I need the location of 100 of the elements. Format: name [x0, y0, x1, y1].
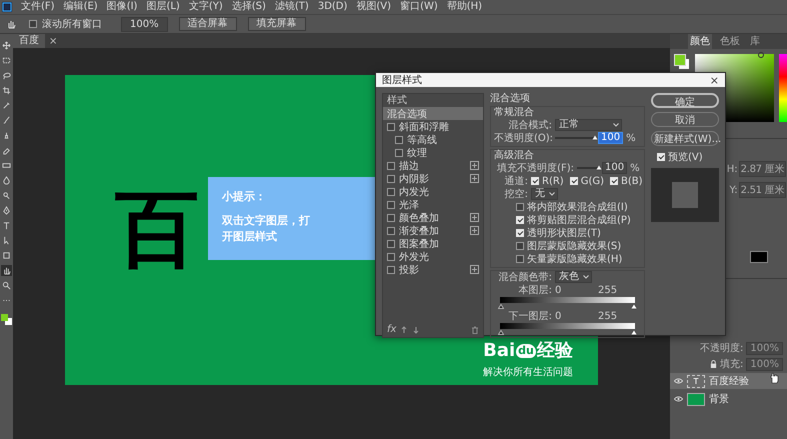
menu-item[interactable]: 文件(F): [21, 0, 55, 14]
hand-icon[interactable]: [6, 19, 16, 29]
checkbox[interactable]: [387, 252, 395, 260]
opacity-field[interactable]: 100%: [746, 342, 783, 354]
crop-tool-icon[interactable]: [1, 85, 12, 96]
picker-handle[interactable]: [758, 52, 764, 58]
type-tool-icon[interactable]: [1, 220, 12, 231]
checkbox[interactable]: [387, 174, 395, 182]
fx-button[interactable]: fx: [387, 324, 396, 335]
menu-item[interactable]: 编辑(E): [64, 0, 98, 14]
slider-handle[interactable]: [631, 330, 637, 335]
hand-icon[interactable]: [1, 265, 12, 276]
blend-mode-dropdown[interactable]: 正常: [555, 119, 622, 131]
checkbox[interactable]: [387, 188, 395, 196]
checkbox[interactable]: [387, 214, 395, 222]
style-item[interactable]: 纹理: [383, 146, 483, 159]
eye-icon[interactable]: [674, 378, 683, 384]
style-item[interactable]: 描边: [383, 159, 483, 172]
slider-handle[interactable]: [631, 304, 637, 309]
checkbox[interactable]: [387, 122, 395, 130]
input-field[interactable]: 2.87 厘米: [738, 161, 786, 177]
up-arrow-icon[interactable]: [400, 326, 408, 334]
eyedropper-icon[interactable]: [1, 100, 12, 111]
style-item[interactable]: 内阴影: [383, 172, 483, 185]
checkbox[interactable]: [29, 20, 37, 28]
fill-field[interactable]: 100%: [746, 358, 783, 370]
checkbox[interactable]: [516, 242, 524, 250]
menu-item[interactable]: 3D(D): [318, 0, 348, 14]
zoom-icon[interactable]: [1, 280, 12, 291]
menu-item[interactable]: 图层(L): [146, 0, 180, 14]
color-swatches-icon[interactable]: [1, 314, 12, 326]
menu-item[interactable]: 选择(S): [232, 0, 266, 14]
input-field[interactable]: 2.51 厘米: [738, 182, 786, 198]
opacity-field[interactable]: 100: [598, 132, 624, 144]
move-tool-icon[interactable]: [1, 40, 12, 51]
add-icon[interactable]: [470, 265, 479, 274]
panel-tab[interactable]: 库: [748, 34, 762, 49]
checkbox[interactable]: [387, 240, 395, 248]
close-icon[interactable]: ×: [49, 36, 58, 46]
style-item[interactable]: 斜面和浮雕: [383, 120, 483, 133]
slider-thumb[interactable]: [596, 165, 602, 170]
eraser-icon[interactable]: [1, 145, 12, 156]
menu-item[interactable]: 视图(V): [356, 0, 392, 14]
dialog-button[interactable]: 取消: [651, 112, 719, 127]
gradient-bar[interactable]: [500, 297, 635, 303]
lock-icon[interactable]: [710, 360, 718, 368]
dodge-tool-icon[interactable]: [1, 190, 12, 201]
menu-item[interactable]: 文字(Y): [188, 0, 223, 14]
checkbox[interactable]: [516, 255, 524, 263]
add-icon[interactable]: [470, 226, 479, 235]
style-item[interactable]: 外发光: [383, 250, 483, 263]
knockout-dropdown[interactable]: 无: [531, 188, 558, 200]
style-item[interactable]: 渐变叠加: [383, 224, 483, 237]
style-item[interactable]: 混合选项: [383, 107, 483, 120]
trash-icon[interactable]: [471, 326, 479, 334]
menu-item[interactable]: 窗口(W): [400, 0, 438, 14]
menu-item[interactable]: 帮助(H): [446, 0, 482, 14]
panel-tab[interactable]: 颜色: [688, 34, 712, 49]
rectangle-tool-icon[interactable]: [1, 250, 12, 261]
style-item[interactable]: 光泽: [383, 198, 483, 211]
blend-if-dropdown[interactable]: 灰色: [555, 271, 592, 283]
marquee-tool-icon[interactable]: [1, 55, 12, 66]
color-swatch[interactable]: [750, 251, 768, 263]
checkbox[interactable]: [516, 203, 524, 211]
gradient-bar[interactable]: [500, 323, 635, 329]
lasso-tool-icon[interactable]: [1, 70, 12, 81]
dialog-button[interactable]: 新建样式(W)...: [651, 131, 719, 146]
checkbox[interactable]: [387, 266, 395, 274]
add-icon[interactable]: [470, 213, 479, 222]
checkbox[interactable]: [395, 148, 403, 156]
style-item[interactable]: 等高线: [383, 133, 483, 146]
drop-icon[interactable]: [1, 175, 12, 186]
slider-thumb[interactable]: [592, 135, 598, 140]
toolbar-button[interactable]: 适合屏幕: [178, 17, 237, 31]
pen-tool-icon[interactable]: [1, 205, 12, 216]
fill-opacity-field[interactable]: 100: [602, 162, 628, 174]
eye-icon[interactable]: [674, 396, 683, 402]
menu-item[interactable]: 滤镜(T): [274, 0, 309, 14]
style-item[interactable]: 投影: [383, 263, 483, 276]
dialog-button[interactable]: 确定: [651, 93, 719, 108]
panel-tab[interactable]: 色板: [718, 34, 742, 49]
layer-row[interactable]: T 百度经验: [670, 373, 787, 389]
document-tab[interactable]: 百度: [13, 34, 45, 48]
down-arrow-icon[interactable]: [412, 326, 420, 334]
zoom-field[interactable]: 100%: [121, 16, 168, 32]
color-swatches-icon[interactable]: [674, 54, 690, 70]
slider-handle[interactable]: [498, 304, 504, 309]
style-item[interactable]: 图案叠加: [383, 237, 483, 250]
brush-icon[interactable]: [1, 115, 12, 126]
checkbox[interactable]: [387, 200, 395, 208]
checkbox[interactable]: [387, 226, 395, 234]
toolbar-button[interactable]: 填充屏幕: [248, 17, 306, 31]
checkbox[interactable]: [395, 136, 403, 144]
menu-item[interactable]: 图像(I): [106, 0, 138, 14]
layer-row[interactable]: 背景: [670, 391, 787, 407]
add-icon[interactable]: [470, 174, 479, 183]
style-item[interactable]: 颜色叠加: [383, 211, 483, 224]
style-item[interactable]: 内发光: [383, 185, 483, 198]
add-icon[interactable]: [470, 161, 479, 170]
slider-handle[interactable]: [498, 330, 504, 335]
